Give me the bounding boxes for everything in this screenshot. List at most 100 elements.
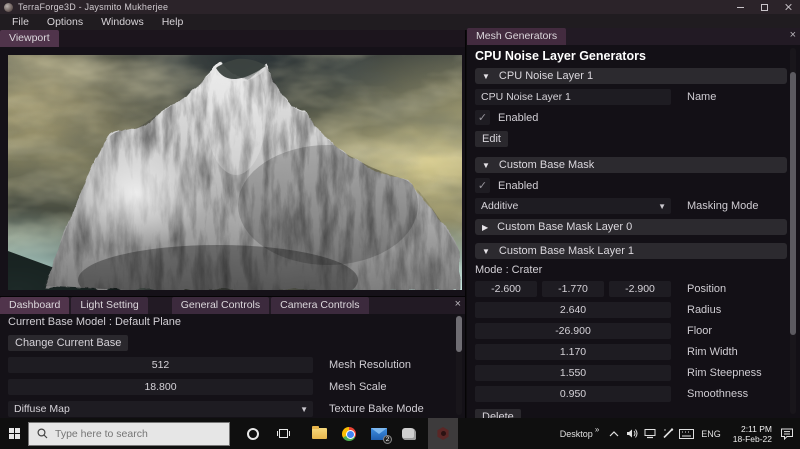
pinned-app-button[interactable]: [394, 418, 424, 449]
mask-enabled-label: Enabled: [498, 179, 539, 192]
radius-label: Radius: [687, 304, 722, 316]
tab-viewport[interactable]: Viewport: [0, 30, 59, 47]
tab-light-setting[interactable]: Light Setting: [71, 297, 148, 314]
mesh-resolution-label: Mesh Resolution: [329, 359, 411, 371]
network-icon: [644, 429, 656, 439]
texture-bake-mode-value: Diffuse Map: [14, 403, 70, 415]
cortana-icon: [247, 427, 259, 440]
start-button[interactable]: [0, 418, 28, 449]
window-title: TerraForge3D - Jaysmito Mukherjee: [18, 2, 169, 12]
texture-bake-mode-select[interactable]: Diffuse Map ▼: [8, 401, 313, 417]
mask-enabled-checkbox[interactable]: ✓: [475, 178, 490, 193]
mesh-generators-close-icon[interactable]: ×: [790, 29, 796, 41]
menu-help[interactable]: Help: [162, 16, 184, 28]
tray-overflow-icon[interactable]: »: [595, 425, 599, 434]
mesh-generators-scrollbar[interactable]: [790, 48, 796, 414]
edit-button[interactable]: Edit: [475, 131, 508, 147]
change-current-base-button[interactable]: Change Current Base: [8, 335, 129, 351]
task-view-button[interactable]: [268, 418, 298, 449]
notification-icon: [781, 428, 793, 440]
taskbar-search[interactable]: [28, 421, 230, 446]
chrome-icon: [342, 426, 356, 441]
panel-title: CPU Noise Layer Generators: [475, 49, 646, 63]
chevron-down-icon: ▼: [300, 405, 308, 414]
mail-button[interactable]: 2: [364, 418, 394, 449]
terraforge-taskbar-button[interactable]: [428, 418, 458, 449]
pen-button[interactable]: [659, 418, 677, 449]
speaker-icon: [626, 429, 638, 438]
cpu-noise-layer-1-header[interactable]: ▼ CPU Noise Layer 1: [475, 68, 787, 84]
task-view-icon: [276, 429, 290, 438]
dashboard-scrollbar[interactable]: [456, 315, 462, 415]
taskbar: 2 Desktop »: [0, 418, 800, 449]
minimize-icon: [736, 6, 744, 8]
language-indicator[interactable]: ENG: [701, 429, 721, 439]
triangle-down-icon: ▼: [482, 246, 490, 256]
search-icon: [37, 428, 48, 439]
network-button[interactable]: [641, 418, 659, 449]
file-explorer-icon: [311, 426, 327, 439]
pen-icon: [663, 428, 674, 439]
tab-camera-controls[interactable]: Camera Controls: [271, 297, 369, 314]
masking-mode-label: Masking Mode: [687, 200, 759, 212]
minimize-button[interactable]: [728, 0, 752, 14]
volume-button[interactable]: [623, 418, 641, 449]
desktop-peek-label[interactable]: Desktop: [560, 429, 593, 439]
layer-name-input[interactable]: CPU Noise Layer 1: [475, 89, 671, 105]
rim-width-input[interactable]: 1.170: [475, 344, 671, 360]
tab-dashboard[interactable]: Dashboard: [0, 297, 70, 314]
floor-input[interactable]: -26.900: [475, 323, 671, 339]
menu-options[interactable]: Options: [47, 16, 83, 28]
position-y-input[interactable]: -1.770: [542, 281, 604, 297]
chevron-up-icon: [609, 430, 619, 436]
tab-mesh-generators[interactable]: Mesh Generators: [467, 28, 567, 45]
rim-steepness-input[interactable]: 1.550: [475, 365, 671, 381]
close-button[interactable]: [776, 0, 800, 14]
masking-mode-value: Additive: [481, 200, 519, 212]
mail-badge: 2: [383, 434, 392, 444]
floor-label: Floor: [687, 325, 713, 337]
dashboard-panel: Dashboard Light Setting General Controls…: [0, 296, 466, 418]
windows-logo-icon: [8, 428, 20, 439]
clock[interactable]: 2:11 PM 18-Feb-22: [733, 424, 772, 444]
clock-date: 18-Feb-22: [732, 433, 772, 444]
header-label: CPU Noise Layer 1: [498, 70, 594, 82]
texture-bake-mode-label: Texture Bake Mode: [329, 403, 424, 415]
mask-layer-0-header[interactable]: ▶ Custom Base Mask Layer 0: [475, 219, 787, 235]
current-base-model-text: Current Base Model : Default Plane: [8, 316, 182, 328]
masking-mode-select[interactable]: Additive ▼: [475, 198, 671, 214]
mail-icon: 2: [371, 427, 392, 444]
search-input[interactable]: [55, 427, 205, 440]
custom-base-mask-header[interactable]: ▼ Custom Base Mask: [475, 157, 787, 173]
dashboard-close-icon[interactable]: ×: [455, 298, 461, 310]
tab-general-controls[interactable]: General Controls: [171, 297, 270, 314]
chevron-down-icon: ▼: [658, 202, 666, 211]
enabled-checkbox[interactable]: ✓: [475, 110, 490, 125]
triangle-down-icon: ▼: [482, 71, 490, 81]
header-label: Custom Base Mask Layer 1: [498, 245, 635, 257]
app-icon: [4, 2, 13, 12]
smoothness-label: Smoothness: [687, 388, 749, 400]
mesh-resolution-input[interactable]: 512: [8, 357, 313, 373]
viewport-render[interactable]: [8, 55, 462, 290]
mesh-scale-input[interactable]: 18.800: [8, 379, 313, 395]
mode-text: Mode : Crater: [475, 264, 543, 276]
maximize-button[interactable]: [752, 0, 776, 14]
position-x-input[interactable]: -2.600: [475, 281, 537, 297]
chrome-button[interactable]: [334, 418, 364, 449]
hidden-icons-button[interactable]: [605, 418, 623, 449]
touch-keyboard-button[interactable]: [677, 418, 695, 449]
mesh-generators-panel: Mesh Generators × CPU Noise Layer Genera…: [467, 28, 800, 425]
cortana-button[interactable]: [238, 418, 268, 449]
smoothness-input[interactable]: 0.950: [475, 386, 671, 402]
title-bar: TerraForge3D - Jaysmito Mukherjee: [0, 0, 800, 14]
action-center-button[interactable]: [778, 418, 796, 449]
radius-input[interactable]: 2.640: [475, 302, 671, 318]
mesh-scale-label: Mesh Scale: [329, 381, 387, 393]
position-z-input[interactable]: -2.900: [609, 281, 671, 297]
file-explorer-button[interactable]: [304, 418, 334, 449]
mask-layer-1-header[interactable]: ▼ Custom Base Mask Layer 1: [475, 243, 787, 259]
triangle-right-icon: ▶: [482, 222, 489, 232]
menu-windows[interactable]: Windows: [101, 16, 144, 28]
menu-file[interactable]: File: [12, 16, 29, 28]
